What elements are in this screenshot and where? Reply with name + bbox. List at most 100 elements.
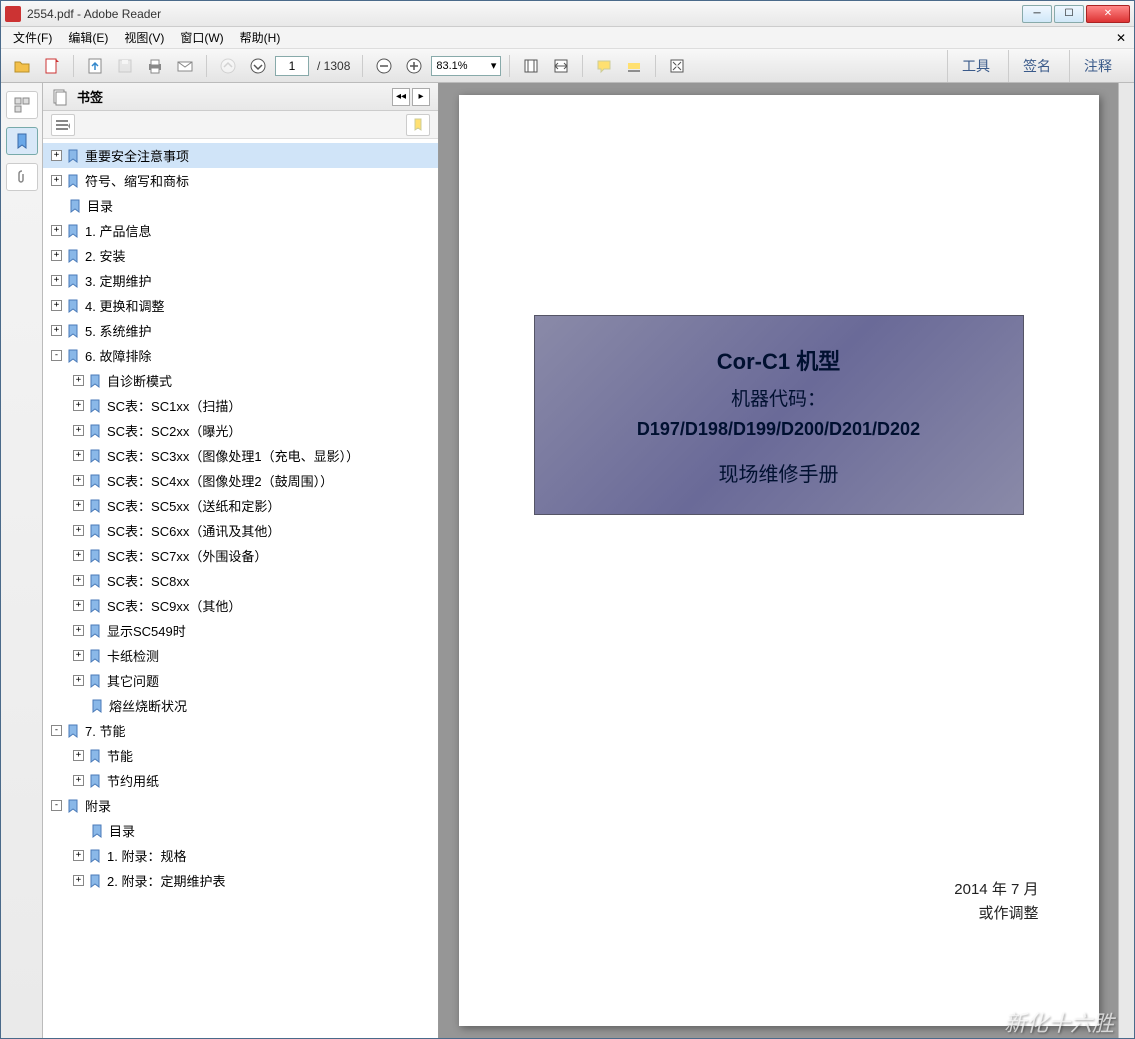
expander-icon[interactable]: - xyxy=(51,350,62,361)
bookmark-item[interactable]: +SC表：SC7xx（外围设备） xyxy=(43,543,438,568)
bookmark-item[interactable]: +SC表：SC6xx（通讯及其他） xyxy=(43,518,438,543)
bookmark-item[interactable]: +自诊断模式 xyxy=(43,368,438,393)
attachments-tab[interactable] xyxy=(6,163,38,191)
expander-icon[interactable]: + xyxy=(51,225,62,236)
bookmark-item[interactable]: +重要安全注意事项 xyxy=(43,143,438,168)
bookmarks-tree[interactable]: +重要安全注意事项+符号、缩写和商标目录+1. 产品信息+2. 安装+3. 定期… xyxy=(43,139,438,1038)
expander-icon[interactable]: + xyxy=(73,500,84,511)
bookmark-item[interactable]: +SC表：SC5xx（送纸和定影） xyxy=(43,493,438,518)
expander-icon[interactable]: + xyxy=(73,525,84,536)
bookmark-item[interactable]: 熔丝烧断状况 xyxy=(43,693,438,718)
expander-icon[interactable]: + xyxy=(73,675,84,686)
bookmark-item[interactable]: +2. 安装 xyxy=(43,243,438,268)
read-mode-button[interactable] xyxy=(664,53,690,79)
fit-page-button[interactable] xyxy=(518,53,544,79)
expander-icon[interactable]: + xyxy=(73,625,84,636)
expander-icon[interactable]: + xyxy=(51,250,62,261)
menu-window[interactable]: 窗口(W) xyxy=(172,27,231,48)
expander-icon[interactable]: + xyxy=(73,875,84,886)
bookmark-item[interactable]: +3. 定期维护 xyxy=(43,268,438,293)
bookmark-item[interactable]: + SC表：SC9xx（其他） xyxy=(43,593,438,618)
maximize-button[interactable]: ☐ xyxy=(1054,5,1084,23)
collapse-left-button[interactable]: ◂◂ xyxy=(392,88,410,106)
bookmark-item[interactable]: -6. 故障排除 xyxy=(43,343,438,368)
bookmark-item[interactable]: +2. 附录：定期维护表 xyxy=(43,868,438,893)
bookmark-item[interactable]: +SC表：SC3xx（图像处理1（充电、显影）） xyxy=(43,443,438,468)
export-button[interactable] xyxy=(82,53,108,79)
expander-icon[interactable]: + xyxy=(51,150,62,161)
expander-icon[interactable]: + xyxy=(51,325,62,336)
expander-icon[interactable]: + xyxy=(73,850,84,861)
close-button[interactable]: ✕ xyxy=(1086,5,1130,23)
bookmark-item[interactable]: +显示SC549时 xyxy=(43,618,438,643)
menu-help[interactable]: 帮助(H) xyxy=(232,27,289,48)
create-pdf-button[interactable] xyxy=(39,53,65,79)
collapse-right-button[interactable]: ▸ xyxy=(412,88,430,106)
bookmark-item[interactable]: - 附录 xyxy=(43,793,438,818)
expander-icon[interactable]: + xyxy=(73,775,84,786)
bookmark-item[interactable]: +4. 更换和调整 xyxy=(43,293,438,318)
bookmark-item[interactable]: +5. 系统维护 xyxy=(43,318,438,343)
bookmark-item[interactable]: +SC表：SC4xx（图像处理2（鼓周围）） xyxy=(43,468,438,493)
expander-icon[interactable]: - xyxy=(51,800,62,811)
expander-icon[interactable]: + xyxy=(73,750,84,761)
page-down-button[interactable] xyxy=(245,53,271,79)
expander-icon[interactable]: + xyxy=(73,575,84,586)
document-close-icon[interactable]: ✕ xyxy=(1116,31,1126,45)
open-button[interactable] xyxy=(9,53,35,79)
expander-icon[interactable]: + xyxy=(73,650,84,661)
comment-panel-button[interactable]: 注释 xyxy=(1069,50,1126,82)
bookmark-item[interactable]: +节约用纸 xyxy=(43,768,438,793)
page-number-input[interactable] xyxy=(275,56,309,76)
chevron-down-icon: ▾ xyxy=(491,59,497,72)
bookmark-item[interactable]: +卡纸检测 xyxy=(43,643,438,668)
bookmark-item[interactable]: +1. 产品信息 xyxy=(43,218,438,243)
expander-icon[interactable]: + xyxy=(51,175,62,186)
expander-icon[interactable]: + xyxy=(73,425,84,436)
menu-view[interactable]: 视图(V) xyxy=(116,27,172,48)
minimize-button[interactable]: ─ xyxy=(1022,5,1052,23)
expander-icon[interactable]: + xyxy=(51,300,62,311)
bookmark-item[interactable]: 目录 xyxy=(43,193,438,218)
fit-width-button[interactable] xyxy=(548,53,574,79)
options-button[interactable] xyxy=(51,114,75,136)
expander-icon[interactable]: + xyxy=(73,375,84,386)
bookmarks-tab[interactable] xyxy=(6,127,38,155)
bookmark-label: SC表：SC1xx（扫描） xyxy=(107,396,241,415)
save-button[interactable] xyxy=(112,53,138,79)
expander-icon[interactable]: + xyxy=(73,550,84,561)
bookmark-item[interactable]: +SC表：SC8xx xyxy=(43,568,438,593)
bookmark-item[interactable]: -7. 节能 xyxy=(43,718,438,743)
bookmark-item[interactable]: +符号、缩写和商标 xyxy=(43,168,438,193)
bookmark-item[interactable]: + SC表：SC1xx（扫描） xyxy=(43,393,438,418)
document-viewport[interactable]: Cor-C1 机型 机器代码： D197/D198/D199/D200/D201… xyxy=(439,83,1118,1038)
thumbnails-tab[interactable] xyxy=(6,91,38,119)
sign-panel-button[interactable]: 签名 xyxy=(1008,50,1065,82)
comment-button[interactable] xyxy=(591,53,617,79)
bookmark-item[interactable]: +节能 xyxy=(43,743,438,768)
menu-file[interactable]: 文件(F) xyxy=(5,27,60,48)
expander-icon[interactable]: + xyxy=(73,450,84,461)
right-scroll-strip[interactable] xyxy=(1118,83,1134,1038)
expander-icon[interactable]: + xyxy=(73,600,84,611)
find-bookmark-button[interactable] xyxy=(406,114,430,136)
bookmark-label: 附录 xyxy=(85,796,111,815)
bookmark-item[interactable]: 目录 xyxy=(43,818,438,843)
tools-panel-button[interactable]: 工具 xyxy=(947,50,1004,82)
bookmark-item[interactable]: +SC表：SC2xx（曝光） xyxy=(43,418,438,443)
expander-icon[interactable]: + xyxy=(73,400,84,411)
bookmark-label: SC表：SC9xx（其他） xyxy=(107,596,241,615)
page-up-button[interactable] xyxy=(215,53,241,79)
highlight-button[interactable] xyxy=(621,53,647,79)
expander-icon[interactable]: + xyxy=(51,275,62,286)
zoom-in-button[interactable] xyxy=(401,53,427,79)
expander-icon[interactable]: + xyxy=(73,475,84,486)
menu-edit[interactable]: 编辑(E) xyxy=(60,27,116,48)
print-button[interactable] xyxy=(142,53,168,79)
zoom-select[interactable]: 83.1%▾ xyxy=(431,56,501,76)
expander-icon[interactable]: - xyxy=(51,725,62,736)
bookmark-item[interactable]: +其它问题 xyxy=(43,668,438,693)
email-button[interactable] xyxy=(172,53,198,79)
bookmark-item[interactable]: +1. 附录：规格 xyxy=(43,843,438,868)
zoom-out-button[interactable] xyxy=(371,53,397,79)
